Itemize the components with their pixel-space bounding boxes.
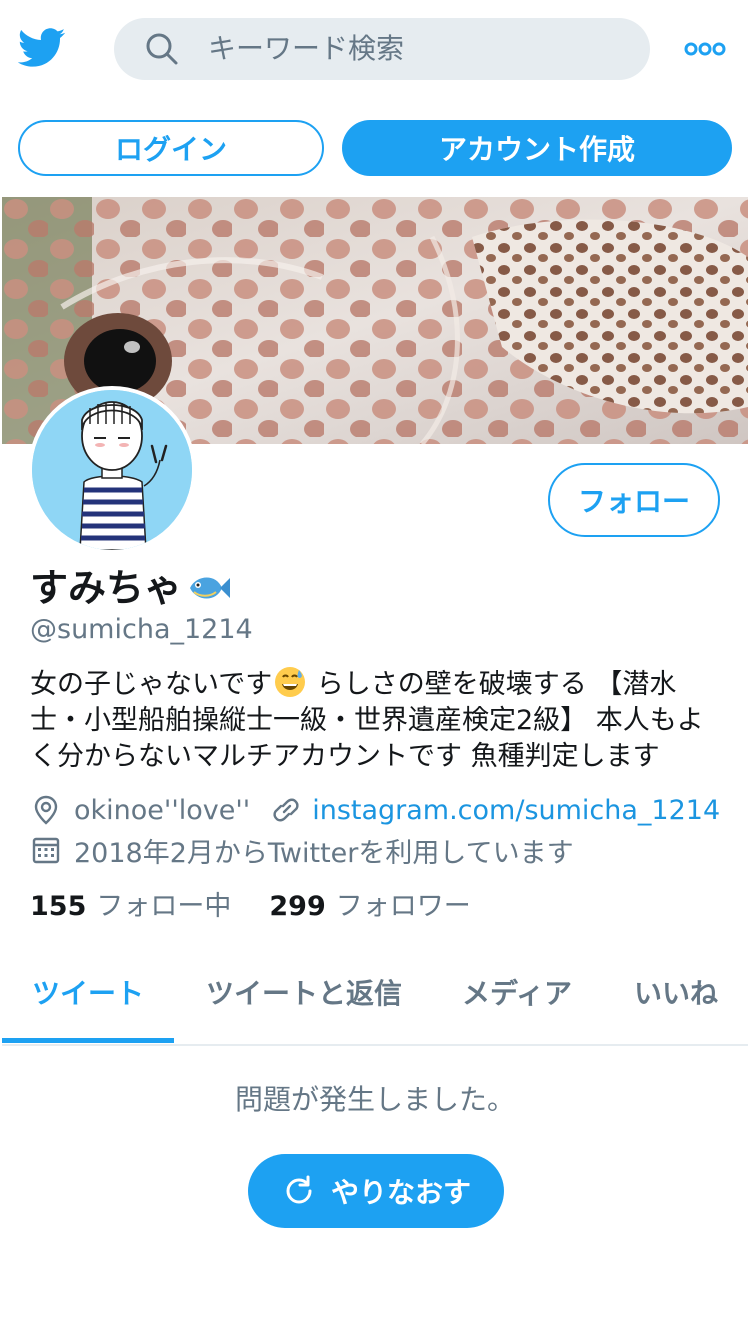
location-icon — [34, 795, 58, 825]
joined-text: 2018年2月からTwitterを利用しています — [74, 837, 574, 869]
tab-likes[interactable]: いいね — [634, 974, 718, 1014]
search-placeholder: キーワード検索 — [208, 32, 405, 65]
search-icon — [146, 33, 178, 65]
follow-button[interactable]: フォロー — [548, 463, 720, 537]
top-bar: キーワード検索 — [0, 0, 750, 98]
follow-counts: 155 フォロー中 299 フォロワー — [30, 884, 471, 922]
followers-count: 299 — [269, 890, 326, 922]
website-link[interactable]: instagram.com/sumicha_1214 — [312, 795, 720, 826]
active-tab-indicator — [2, 1038, 174, 1043]
followers-label: フォロワー — [335, 890, 471, 922]
display-name-text: すみちゃ — [30, 566, 183, 610]
login-button[interactable]: ログイン — [18, 120, 324, 176]
display-name: すみちゃ — [30, 566, 231, 610]
twitter-bird-icon[interactable] — [18, 26, 66, 70]
location-text: okinoe''love'' — [74, 794, 251, 826]
following-link[interactable]: 155 フォロー中 — [30, 884, 231, 923]
more-dots-icon[interactable] — [684, 40, 726, 58]
retry-button[interactable]: やりなおす — [248, 1154, 504, 1228]
following-label: フォロー中 — [96, 890, 232, 922]
calendar-icon — [32, 837, 60, 864]
tab-media[interactable]: メディア — [462, 974, 572, 1014]
refresh-icon — [286, 1175, 312, 1204]
tab-tweets[interactable]: ツイート — [32, 974, 144, 1014]
avatar[interactable] — [28, 386, 196, 554]
followers-link[interactable]: 299 フォロワー — [269, 884, 470, 923]
profile-tabs: ツイート ツイートと返信 メディア いいね — [2, 950, 748, 1046]
fish-emoji — [190, 577, 231, 599]
error-message: 問題が発生しました。 — [234, 1083, 515, 1116]
link-icon — [273, 798, 299, 822]
profile-bio: 女の子じゃないです らしさの壁を破壊する 【潜水士・小型船舶操縦士一級・世界遺産… — [30, 666, 730, 775]
user-handle: @sumicha_1214 — [30, 614, 253, 645]
search-box[interactable]: キーワード検索 — [114, 18, 650, 80]
grinning-sweat-emoji — [275, 667, 306, 697]
bio-text-1: 女の子じゃないです — [30, 669, 273, 700]
signup-button[interactable]: アカウント作成 — [342, 120, 732, 176]
retry-label: やりなおす — [330, 1176, 471, 1209]
profile-meta-row: okinoe''love'' instagram.com/sumicha_121… — [30, 792, 720, 828]
joined-row: 2018年2月からTwitterを利用しています — [30, 832, 574, 869]
tab-tweets-replies[interactable]: ツイートと返信 — [206, 974, 402, 1014]
following-count: 155 — [30, 890, 87, 922]
